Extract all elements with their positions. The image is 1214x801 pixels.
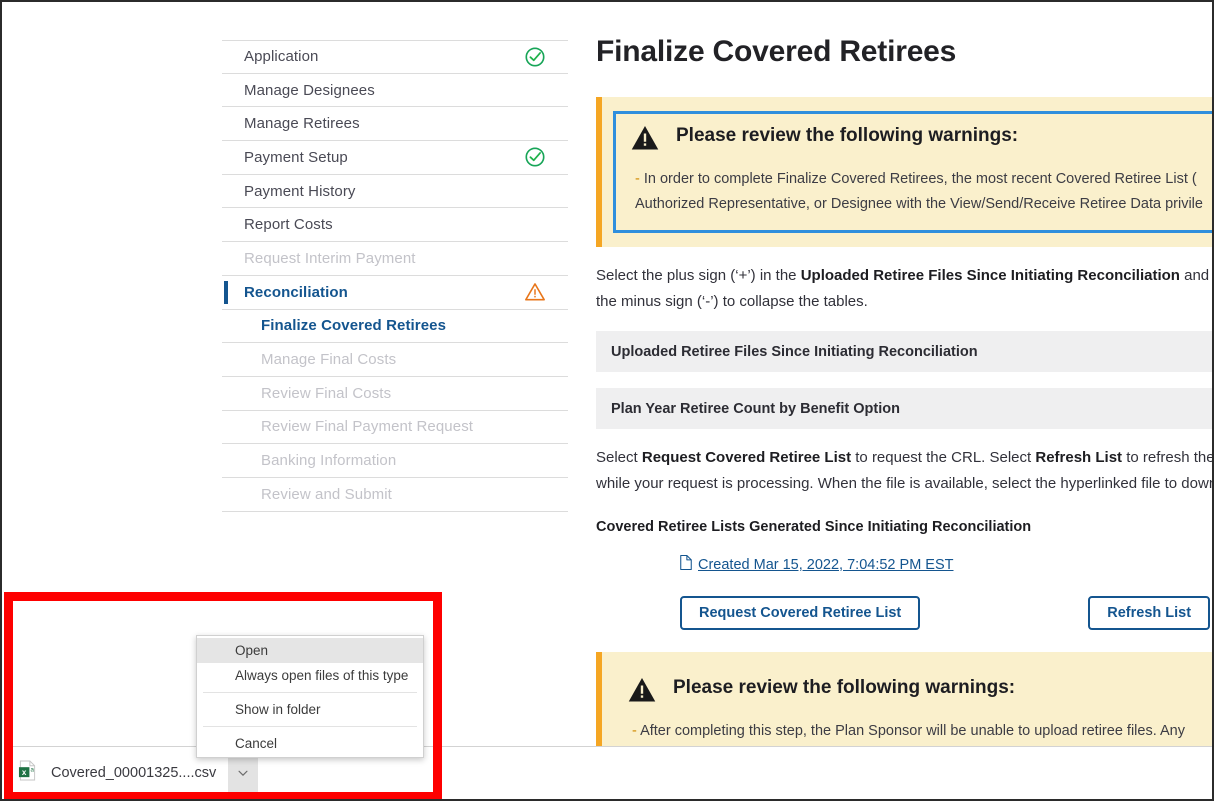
instr1-part1: Select the plus sign (‘+’) in the [596,267,801,284]
warning-line-2: Authorized Representative, or Designee w… [635,196,1203,212]
collapsible-uploaded-retiree-files[interactable]: Uploaded Retiree Files Since Initiating … [596,331,1212,372]
sidebar-item-label: Manage Final Costs [261,351,397,369]
screenshot-root: Application Manage Designees Manage Reti… [0,0,1214,801]
sidebar-item-label: Reconciliation [244,283,348,301]
sidebar-item-label: Finalize Covered Retirees [261,317,447,335]
sidebar-item-banking-information: Banking Information [222,444,568,478]
download-item[interactable]: x a Covered_00001325....csv [18,753,216,793]
context-menu-item-open[interactable]: Open [197,638,423,663]
instr1-bold1: Uploaded Retiree Files Since Initiating … [800,267,1180,284]
sidebar-item-label: Manage Retirees [244,115,360,133]
crl-file-row: Created Mar 15, 2022, 7:04:52 PM EST [596,554,1212,576]
active-indicator-bar [224,280,228,304]
download-file-name: Covered_00001325....csv [51,765,217,781]
context-menu-separator [203,692,417,693]
sidebar-item-label: Manage Designees [244,81,375,99]
instr2-bold1: Request Covered Retiree List [641,449,852,466]
request-covered-retiree-list-button[interactable]: Request Covered Retiree List [680,596,921,630]
excel-csv-file-icon: x a [18,760,37,786]
sidebar-item-report-costs[interactable]: Report Costs [222,208,568,243]
warning-bullet-dash: - [635,171,640,187]
warning-title: Please review the following warnings: [673,677,1016,698]
warning-line-1: In order to complete Finalize Covered Re… [643,171,1197,187]
instructions-paragraph-2: Select Request Covered Retiree List to r… [596,445,1212,497]
crl-section-heading: Covered Retiree Lists Generated Since In… [596,519,1032,535]
download-context-menu: Open Always open files of this type Show… [196,635,424,758]
sidebar-item-manage-final-costs: Manage Final Costs [222,343,568,377]
sidebar-item-payment-history[interactable]: Payment History [222,175,568,209]
warning-banner-bottom-inner: Please review the following warnings: - … [613,666,1212,746]
page-title: Finalize Covered Retirees [596,35,957,68]
downloads-bar: x a Covered_00001325....csv [4,746,1212,799]
sidebar-item-application[interactable]: Application [222,40,568,74]
sidebar-item-label: Review Final Costs [261,384,392,402]
warning-banner-top: Please review the following warnings: - … [596,97,1212,247]
sidebar-item-manage-retirees[interactable]: Manage Retirees [222,107,568,142]
instr1-part2: and [1179,267,1212,284]
warning-banner-bottom: Please review the following warnings: - … [596,652,1212,746]
refresh-list-button[interactable]: Refresh List [1088,596,1211,630]
warning-line-1: After completing this step, the Plan Spo… [640,723,1185,739]
warning-body: - After completing this step, the Plan S… [632,719,1212,746]
file-document-icon [679,554,693,576]
warning-title: Please review the following warnings: [676,125,1019,146]
warning-header: Please review the following warnings: [627,675,1212,710]
collapsible-label: Uploaded Retiree Files Since Initiating … [611,343,978,360]
collapsible-plan-year-retiree-count[interactable]: Plan Year Retiree Count by Benefit Optio… [596,388,1212,429]
crl-button-row: Request Covered Retiree List Refresh Lis… [596,596,1212,630]
sidebar-item-label: Request Interim Payment [244,249,416,267]
sidebar-item-manage-designees[interactable]: Manage Designees [222,74,568,108]
sidebar-item-label: Review Final Payment Request [261,418,474,436]
main-content: Finalize Covered Retirees Please review … [596,4,1212,746]
instr2-part2: to request the CRL. Select [851,449,1036,466]
sidebar-item-label: Review and Submit [261,485,392,503]
download-menu-chevron-down-icon[interactable] [228,753,259,793]
instr2-part3: to refresh the page an [1126,449,1212,466]
warning-triangle-icon [630,123,660,158]
context-menu-item-cancel[interactable]: Cancel [197,731,423,756]
context-menu-item-always-open[interactable]: Always open files of this type [197,663,423,688]
sidebar-item-review-final-costs: Review Final Costs [222,377,568,411]
sidebar-item-label: Payment History [244,182,356,200]
context-menu-item-show-in-folder[interactable]: Show in folder [197,697,423,722]
instr2-part1: Select [596,449,642,466]
warning-triangle-icon [627,675,657,710]
instr2-bold2: Refresh List [1035,449,1123,466]
browser-viewport: Application Manage Designees Manage Reti… [4,4,1212,746]
instructions-paragraph-1: Select the plus sign (‘+’) in the Upload… [596,263,1212,315]
sidebar-item-request-interim-payment: Request Interim Payment [222,242,568,276]
sidebar-item-label: Banking Information [261,452,397,470]
sidebar-item-finalize-covered-retirees[interactable]: Finalize Covered Retirees [222,310,568,344]
warning-banner-top-inner: Please review the following warnings: - … [613,111,1212,233]
instr2-line2: while your request is processing. When t… [596,475,1212,492]
sidebar-item-payment-setup[interactable]: Payment Setup [222,141,568,175]
svg-text:a: a [31,767,35,774]
sidebar-item-label: Application [244,48,319,66]
warning-header: Please review the following warnings: [630,123,1212,158]
progress-sidebar: Application Manage Designees Manage Reti… [222,40,568,512]
svg-text:x: x [22,768,27,777]
sidebar-item-label: Payment Setup [244,148,348,166]
context-menu-separator [203,726,417,727]
instr1-line2: the minus sign (‘-’) to collapse the tab… [596,293,868,310]
collapsible-label: Plan Year Retiree Count by Benefit Optio… [611,400,900,417]
warning-body: - In order to complete Finalize Covered … [635,167,1212,217]
sidebar-item-reconciliation[interactable]: Reconciliation [222,276,568,310]
check-circle-icon [524,46,546,68]
warning-triangle-icon [524,281,546,303]
sidebar-item-review-final-payment-request: Review Final Payment Request [222,411,568,445]
sidebar-item-label: Report Costs [244,216,333,234]
sidebar-item-review-and-submit: Review and Submit [222,478,568,512]
warning-bullet-dash: - [632,723,637,739]
check-circle-icon [524,146,546,168]
crl-download-link[interactable]: Created Mar 15, 2022, 7:04:52 PM EST [698,557,954,573]
